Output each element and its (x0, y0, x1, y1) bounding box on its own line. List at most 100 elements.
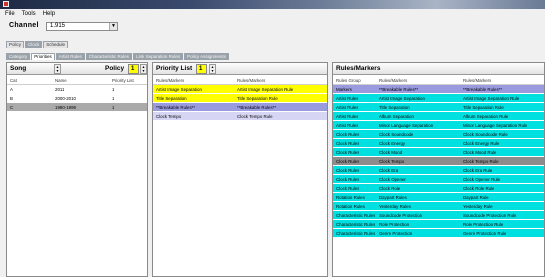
policy-subtabs: Category Priorities Artist Rules Charact… (6, 53, 229, 60)
priority-rows: Artist Image Separation Artist Image Sepa… (153, 85, 327, 121)
song-panel-header: Song ▲ ▼ Policy 1 ▲ ▼ (7, 63, 147, 75)
column-header-rules-group[interactable]: Rules Group (336, 76, 361, 85)
table-cell: **Breakable Rules** (156, 105, 196, 110)
table-row[interactable]: Clock Rules Clock Soundcode Clock Soundcod… (333, 130, 544, 139)
tab-clock[interactable]: Clock (25, 41, 43, 48)
column-header-priority-list[interactable]: Priority List (112, 76, 134, 85)
table-row[interactable]: Characteristic Rules Soundcode Protection… (333, 211, 544, 220)
table-cell: Clock Tempo Rule (463, 159, 499, 164)
table-row[interactable]: C 1990-1999 1 (7, 103, 147, 112)
table-row[interactable]: Title Separation Title Separation Rule (153, 94, 327, 103)
chevron-down-icon[interactable]: ▼ (109, 23, 117, 30)
table-row[interactable]: Clock Rules Clock Tempo Clock Tempo Rule (333, 157, 544, 166)
table-cell: Artist Image Separation Rule (463, 96, 520, 101)
table-row[interactable]: Characteristic Rules Role Protection Role … (333, 220, 544, 229)
table-cell: Album Separation Rule (463, 114, 509, 119)
song-panel: Song ▲ ▼ Policy 1 ▲ ▼ Cat Name Priority Li… (6, 62, 148, 277)
column-header-rules-markers-2[interactable]: Rules/Markers (463, 76, 491, 85)
table-cell: **Breakable Rules** (463, 87, 503, 92)
table-cell: A (10, 87, 13, 92)
priority-list-spinner[interactable]: ▲ ▼ (209, 64, 216, 74)
table-cell: Minor Language Separation Rule (463, 123, 528, 128)
tab-policy-assignments[interactable]: Policy Assignments (184, 53, 229, 60)
table-cell: 1990-1999 (55, 105, 76, 110)
menu-help[interactable]: Help (43, 11, 55, 17)
tab-characteristic-rules[interactable]: Characteristic Rules (85, 53, 133, 60)
table-row[interactable]: Characteristic Rules Genre Protection Genr… (333, 229, 544, 238)
table-cell: Genre Protection Rule (463, 231, 507, 236)
table-row[interactable]: Rotation Rules Yesterday Rules Yesterday R… (333, 202, 544, 211)
table-cell: Minor Language Separation (379, 123, 434, 128)
table-cell: Clock Tempo (156, 114, 182, 119)
rules-markers-title: Rules/Markers (336, 65, 381, 72)
song-spinner[interactable]: ▲ ▼ (54, 64, 61, 74)
table-cell: Daypart Rules (379, 195, 407, 200)
table-cell: Artist Image Separation (156, 87, 202, 92)
table-cell: Artist Rules (336, 105, 359, 110)
policy-number-field[interactable]: 1 (128, 64, 139, 74)
policy-spinner[interactable]: ▲ ▼ (140, 64, 147, 74)
table-row[interactable]: Clock Rules Clock Era Clock Era Rule (333, 166, 544, 175)
main-tabs: Policy Clock Schedule (6, 41, 69, 48)
tab-link-separation-rules[interactable]: Link Separation Rules (133, 53, 184, 60)
table-cell: Clock Rules (336, 168, 360, 173)
priority-panel-header: Priority List 1 ▲ ▼ (153, 63, 327, 75)
tab-artist-rules[interactable]: Artist Rules (55, 53, 85, 60)
table-row[interactable]: Artist Image Separation Artist Image Sepa… (153, 85, 327, 94)
table-row[interactable]: Markers **Breakable Rules** **Breakable Ru… (333, 85, 544, 94)
table-cell: Clock Tempo (379, 159, 405, 164)
table-row[interactable]: Clock Rules Clock Energy Clock Energy Rule (333, 139, 544, 148)
column-header-rules-markers[interactable]: Rules/Markers (379, 76, 407, 85)
table-cell: Clock Rules (336, 150, 360, 155)
table-cell: 2011 (55, 87, 65, 92)
table-row[interactable]: Artist Rules Artist Image Separation Artis… (333, 94, 544, 103)
priority-list-number-field[interactable]: 1 (196, 64, 207, 74)
table-cell: Soundcode Protection (379, 213, 423, 218)
table-row[interactable]: Clock Rules Clock Opener Clock Opener Rule (333, 175, 544, 184)
table-row[interactable]: Artist Rules Title Separation Title Separa… (333, 103, 544, 112)
table-cell: C (10, 105, 14, 110)
table-cell: Clock Rules (336, 141, 360, 146)
priority-grid-header: Rules/Markers Rules/Markers (153, 76, 327, 85)
table-row[interactable]: Clock Rules Clock Role Clock Role Rule (333, 184, 544, 193)
table-row[interactable]: B 2000-2010 1 (7, 94, 147, 103)
title-bar (0, 0, 545, 9)
table-cell: Clock Rules (336, 186, 360, 191)
table-cell: Clock Era (379, 168, 399, 173)
table-row[interactable]: Rotation Rules Daypart Rules Daypart Rule (333, 193, 544, 202)
menu-bar: File Tools Help (0, 9, 545, 18)
table-row[interactable]: Artist Rules Album Separation Album Separa… (333, 112, 544, 121)
channel-row: Channel 1.915 ▼ (0, 19, 545, 33)
table-cell: Clock Soundcode Rule (463, 132, 508, 137)
app-icon (3, 1, 9, 7)
table-cell: Artist Rules (336, 123, 359, 128)
rules-grid-header: Rules Group Rules/Markers Rules/Markers (333, 76, 544, 85)
table-cell: Album Separation (379, 114, 414, 119)
priority-list-panel: Priority List 1 ▲ ▼ Rules/Markers Rules/M… (152, 62, 328, 277)
column-header-name[interactable]: Name (55, 76, 67, 85)
table-cell: Artist Rules (336, 114, 359, 119)
table-cell: 2000-2010 (55, 96, 76, 101)
rules-markers-panel: Rules/Markers Rules Group Rules/Markers … (332, 62, 545, 277)
table-row[interactable]: Clock Rules Clock Mood Clock Mood Rule (333, 148, 544, 157)
tab-policy[interactable]: Policy (6, 41, 25, 48)
channel-value: 1.915 (50, 23, 66, 29)
column-header-rules-markers-2[interactable]: Rules/Markers (237, 76, 265, 85)
tab-schedule[interactable]: Schedule (43, 41, 69, 48)
channel-select[interactable]: 1.915 ▼ (46, 22, 118, 31)
song-grid-header: Cat Name Priority List (7, 76, 147, 85)
table-row[interactable]: Clock Tempo Clock Tempo Rule (153, 112, 327, 121)
column-header-cat[interactable]: Cat (10, 76, 17, 85)
song-rows: A 2011 1 B 2000-2010 1 C 1990-1999 1 (7, 85, 147, 112)
menu-tools[interactable]: Tools (22, 11, 36, 17)
table-row[interactable]: Artist Rules Minor Language Separation Min… (333, 121, 544, 130)
table-cell: **Breakable Rules** (237, 105, 277, 110)
tab-category[interactable]: Category (6, 53, 31, 60)
menu-file[interactable]: File (5, 11, 15, 17)
tab-priorities[interactable]: Priorities (31, 53, 55, 60)
table-cell: Clock Role Rule (463, 186, 495, 191)
priority-list-title: Priority List (156, 65, 193, 72)
table-row[interactable]: A 2011 1 (7, 85, 147, 94)
column-header-rules-markers[interactable]: Rules/Markers (156, 76, 184, 85)
table-row[interactable]: **Breakable Rules** **Breakable Rules** (153, 103, 327, 112)
